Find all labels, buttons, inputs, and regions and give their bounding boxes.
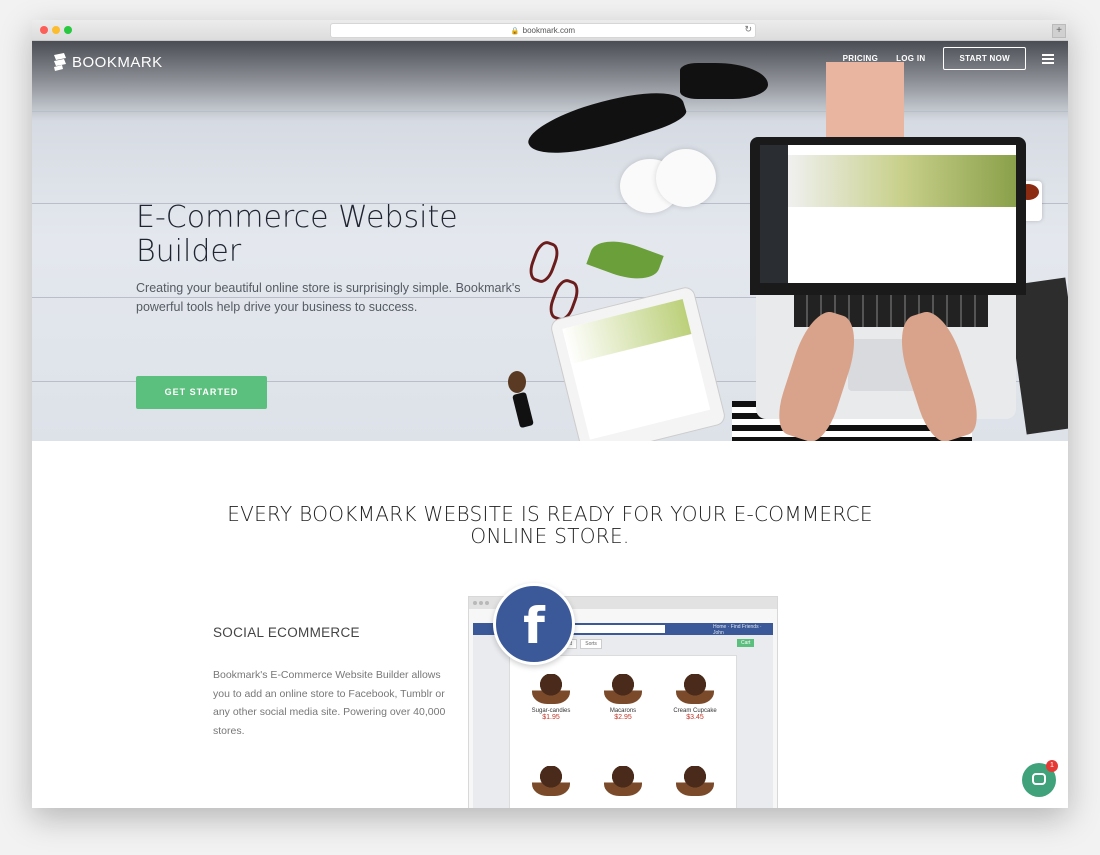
feature-title: SOCIAL ECOMMERCE — [213, 625, 360, 640]
reload-icon[interactable]: ↻ — [744, 24, 752, 35]
flower-image — [656, 149, 716, 207]
product-image — [604, 674, 642, 704]
product-card[interactable]: Sugar-candies $1.95 — [518, 674, 584, 721]
logo-text: BOOKMARK — [72, 53, 163, 71]
feature-description: Bookmark's E-Commerce Website Builder al… — [213, 669, 446, 737]
chat-notification-badge: 1 — [1046, 760, 1058, 772]
product-grid: Sugar-candies $1.95 Macarons $2.95 Cream… — [509, 655, 737, 808]
leaf-image — [586, 232, 664, 288]
laptop-screen-image — [750, 137, 1026, 295]
makeup-brush-image — [512, 391, 534, 429]
product-card[interactable]: Cream Cupcake $3.45 — [662, 674, 728, 721]
product-image — [604, 766, 642, 796]
product-image — [676, 674, 714, 704]
get-started-button[interactable]: GET STARTED — [136, 376, 267, 409]
close-window-button[interactable] — [40, 26, 48, 34]
product-image — [676, 766, 714, 796]
top-nav: PRICING LOG IN START NOW — [843, 47, 1054, 70]
lock-icon: 🔒 — [510, 28, 520, 35]
makeup-brush-image — [508, 371, 526, 393]
bookmark-logo[interactable]: BOOKMARK — [52, 53, 163, 71]
section-heading-line1: EVERY BOOKMARK WEBSITE IS READY FOR YOUR… — [227, 502, 873, 526]
nav-pricing-link[interactable]: PRICING — [843, 54, 878, 63]
product-image — [532, 766, 570, 796]
hero-section: BOOKMARK PRICING LOG IN START NOW E-Comm… — [32, 41, 1068, 441]
product-price: $3.45 — [686, 714, 704, 721]
address-bar[interactable]: 🔒 bookmark.com — [330, 23, 756, 38]
product-price: $2.95 — [614, 714, 632, 721]
product-card[interactable]: Macarons $2.95 — [590, 674, 656, 721]
tablet-image — [549, 285, 727, 441]
chat-widget-button[interactable]: 1 — [1022, 760, 1058, 797]
logo-icon — [54, 53, 66, 71]
shoe-image — [680, 63, 768, 99]
start-now-button[interactable]: START NOW — [943, 47, 1026, 70]
shoe-image — [523, 77, 689, 169]
product-card[interactable] — [518, 766, 584, 796]
section-heading: EVERY BOOKMARK WEBSITE IS READY FOR YOUR… — [32, 503, 1068, 547]
hero-title: E-Commerce Website Builder — [136, 200, 458, 269]
product-card[interactable] — [662, 766, 728, 796]
minimize-window-button[interactable] — [52, 26, 60, 34]
chat-icon — [1032, 773, 1046, 785]
product-price: $1.95 — [542, 714, 560, 721]
product-image — [532, 674, 570, 704]
product-card[interactable] — [590, 766, 656, 796]
hero-subtitle: Creating your beautiful online store is … — [136, 281, 521, 314]
facebook-icon: f — [493, 583, 575, 665]
section-heading-line2: ONLINE STORE. — [470, 524, 630, 548]
maximize-window-button[interactable] — [64, 26, 72, 34]
browser-window: 🔒 bookmark.com ↻ + BOOKMARK PRICING LOG … — [32, 20, 1068, 808]
nav-login-link[interactable]: LOG IN — [896, 54, 925, 63]
address-text: bookmark.com — [522, 26, 576, 35]
new-tab-button[interactable]: + — [1052, 24, 1066, 38]
browser-toolbar: 🔒 bookmark.com ↻ + — [32, 20, 1068, 41]
hamburger-menu-icon[interactable] — [1042, 53, 1054, 64]
